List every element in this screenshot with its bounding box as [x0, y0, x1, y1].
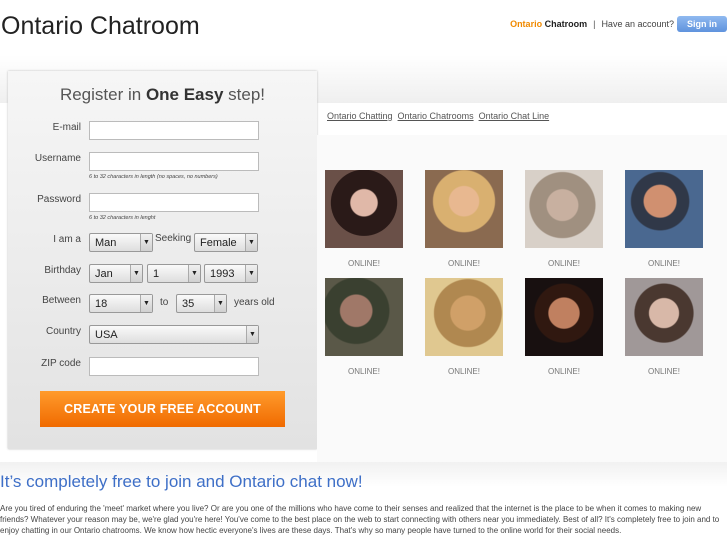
profile-photo[interactable] [525, 278, 603, 356]
profile-grid: ONLINE! ONLINE! ONLINE! ONLINE! ONLINE! … [317, 135, 727, 465]
brand-mini-orange: Ontario [510, 19, 543, 29]
zip-field[interactable] [89, 357, 259, 376]
profile-photo[interactable] [425, 170, 503, 248]
online-status: ONLINE! [547, 367, 580, 376]
brand-mini[interactable]: Ontario Chatroom [510, 19, 587, 29]
site-title[interactable]: Ontario Chatroom [1, 12, 200, 41]
iam-label: I am a [53, 234, 81, 245]
heading-post: step! [223, 85, 266, 104]
heading-bold: One Easy [145, 85, 224, 104]
birth-year-value: 1993 [210, 268, 235, 280]
heading-pre: Register in [59, 85, 146, 104]
zip-label: ZIP code [41, 358, 81, 369]
password-label: Password [37, 194, 81, 205]
to-label: to [160, 297, 169, 308]
country-select[interactable]: USA ▼ [89, 325, 259, 344]
online-status: ONLINE! [647, 367, 680, 376]
username-field[interactable] [89, 152, 259, 171]
dropdown-arrow-icon: ▼ [246, 326, 258, 343]
intro-paragraph: Are you tired of enduring the 'meet' mar… [0, 504, 720, 535]
age-min-select[interactable]: 18 ▼ [89, 294, 153, 313]
gender-value: Man [95, 237, 117, 249]
link-ontario-chat-line[interactable]: Ontario Chat Line [479, 111, 550, 121]
online-status: ONLINE! [647, 259, 680, 268]
dropdown-arrow-icon: ▼ [188, 265, 200, 282]
username-label: Username [34, 153, 81, 164]
age-max-select[interactable]: 35 ▼ [176, 294, 227, 313]
top-account-bar: Ontario Chatroom | Have an account? Sign… [510, 16, 727, 32]
chat-links: Ontario Chatting Ontario Chatrooms Ontar… [327, 111, 549, 121]
dropdown-arrow-icon: ▼ [140, 295, 152, 312]
birth-year-select[interactable]: 1993 ▼ [204, 264, 258, 283]
profile-photo[interactable] [525, 170, 603, 248]
age-max-value: 35 [182, 298, 195, 310]
tagline: It’s completely free to join and Ontario… [0, 472, 363, 491]
link-ontario-chatrooms[interactable]: Ontario Chatrooms [398, 111, 474, 121]
profile-photo[interactable] [625, 278, 703, 356]
sign-in-button[interactable]: Sign in [677, 16, 727, 32]
birth-day-select[interactable]: 1 ▼ [147, 264, 201, 283]
registration-panel: Register in One Easy step! E-mail Userna… [8, 71, 317, 449]
profile-photo[interactable] [325, 170, 403, 248]
age-min-value: 18 [95, 298, 108, 310]
country-value: USA [95, 329, 118, 341]
birth-day-value: 1 [153, 268, 160, 280]
dropdown-arrow-icon: ▼ [130, 265, 142, 282]
email-field[interactable] [89, 121, 259, 140]
email-label: E-mail [52, 122, 81, 133]
username-hint: 6 to 32 characters in length (no spaces,… [89, 174, 218, 180]
online-status: ONLINE! [547, 259, 580, 268]
profile-photo[interactable] [625, 170, 703, 248]
online-status: ONLINE! [447, 259, 480, 268]
register-heading: Register in One Easy step! [8, 85, 317, 105]
profile-photo[interactable] [425, 278, 503, 356]
online-status: ONLINE! [447, 367, 480, 376]
gender-select[interactable]: Man ▼ [89, 233, 153, 252]
dropdown-arrow-icon: ▼ [245, 234, 257, 251]
seeking-label: Seeking [155, 233, 192, 244]
birth-month-value: Jan [95, 268, 113, 280]
between-label: Between [42, 295, 81, 306]
dropdown-arrow-icon: ▼ [214, 295, 226, 312]
birthday-label: Birthday [44, 265, 81, 276]
birth-month-select[interactable]: Jan ▼ [89, 264, 143, 283]
seeking-value: Female [200, 237, 237, 249]
online-status: ONLINE! [347, 259, 380, 268]
dropdown-arrow-icon: ▼ [140, 234, 152, 251]
create-account-button[interactable]: CREATE YOUR FREE ACCOUNT [40, 391, 285, 427]
seeking-select[interactable]: Female ▼ [194, 233, 258, 252]
separator: | [593, 19, 596, 29]
profile-photo[interactable] [325, 278, 403, 356]
link-ontario-chatting[interactable]: Ontario Chatting [327, 111, 393, 121]
dropdown-arrow-icon: ▼ [245, 265, 257, 282]
have-account-text: Have an account? [601, 19, 674, 29]
country-label: Country [45, 326, 81, 337]
password-field[interactable] [89, 193, 259, 212]
online-status: ONLINE! [347, 367, 380, 376]
years-old-label: years old [234, 297, 275, 308]
password-hint: 6 to 32 characters in lenght [89, 215, 156, 221]
brand-mini-dark: Chatroom [544, 19, 588, 29]
